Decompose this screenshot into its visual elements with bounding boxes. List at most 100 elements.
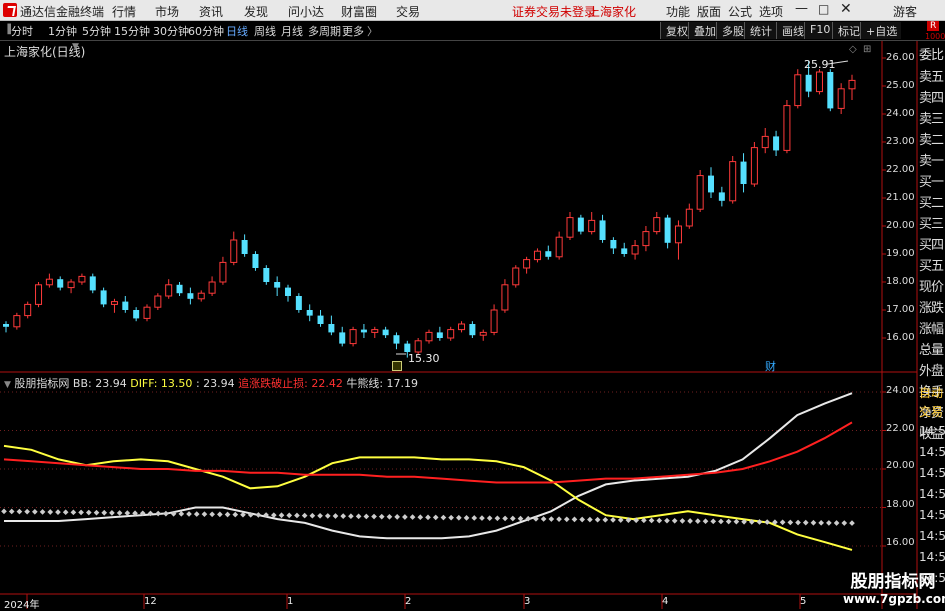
collapse-icon[interactable]: ▐ [4,25,11,35]
period-tab-multi[interactable]: 多周期 [308,23,341,39]
period-tab-5min[interactable]: 5分钟 [82,23,111,39]
period-tab-15min[interactable]: 15分钟 [114,23,150,39]
side-label-lower: 自动 [919,384,945,401]
candle-body [252,254,258,268]
indicator-stop: 追涨跌破止损: 22.42 [238,377,343,390]
candle-body [220,262,226,282]
candle-body [404,344,410,352]
period-tab-weekly[interactable]: 周线 [254,23,276,39]
bull-bear-dot [556,516,562,522]
chevron-right-icon[interactable]: 〉 [367,23,378,39]
event-marker-icon[interactable] [392,361,402,371]
add-watchlist-button[interactable]: +自选 [860,22,901,39]
dropdown-icon[interactable]: ▼ [72,42,79,52]
bull-bear-dot [595,517,601,523]
bull-bear-dot [672,518,678,524]
maximize-icon[interactable]: □ [818,2,829,16]
candle-body [719,192,725,200]
bull-bear-dot [787,520,793,526]
bull-bear-dot [572,517,578,523]
bull-bear-dot [32,509,38,515]
candle-body [621,248,627,254]
bull-bear-dot [602,517,608,523]
bull-bear-dot [356,514,362,520]
candle-body [751,148,757,184]
bull-bear-dot [803,520,809,526]
candle-body [133,310,139,318]
bull-bear-dot [78,510,84,516]
menu-options[interactable]: 选项 [759,3,783,20]
candle-body [383,330,389,336]
side-label: 买三 [919,213,945,232]
menu-wenxiaoda[interactable]: 问小达 [288,3,324,20]
candle-body [231,240,237,262]
indicator-bb: BB: 23.94 [73,377,127,390]
candle-body [339,332,345,343]
indicator-dropdown-icon[interactable]: ▼ [4,380,11,390]
bull-bear-dot [718,519,724,525]
bull-bear-dot [317,513,323,519]
bull-bear-dot [94,510,100,516]
period-tab-daily[interactable]: 日线 [226,23,248,39]
bull-bear-dot [417,514,423,520]
indicator-tick: 18.00 [886,499,915,510]
login-notice[interactable]: 证券交易未登录 [512,3,596,20]
candle-body [849,80,855,88]
candle-body [187,293,193,299]
bull-bear-dot [117,510,123,516]
candle-body [502,285,508,310]
bull-bear-dot [610,517,616,523]
menu-wealth-circle[interactable]: 财富圈 [341,3,377,20]
bull-bear-dot [348,513,354,519]
stats-button[interactable]: 统计 [744,22,776,39]
menu-formula[interactable]: 公式 [728,3,752,20]
candle-body [827,72,833,108]
period-tab-30min[interactable]: 30分钟 [153,23,189,39]
side-label: 现价 [919,276,945,295]
kline-chart[interactable] [0,41,945,609]
bull-bear-dot [425,514,431,520]
menu-discover[interactable]: 发现 [244,3,268,20]
indicator-header: ▼ 股朋指标网 BB: 23.94 DIFF: 13.50 : 23.94 追涨… [4,375,418,391]
indicator-bull: 牛熊线: 17.19 [346,377,418,390]
menu-trade[interactable]: 交易 [396,3,420,20]
diamond-icon[interactable]: ◇ [849,44,857,55]
indicator-name[interactable]: 股朋指标网 [14,377,69,390]
period-tab-fenshi[interactable]: 分时 [11,23,33,39]
candle-body [14,316,20,327]
side-label: 外盘 [919,360,945,379]
expand-icon[interactable]: ⊞ [863,44,871,55]
period-tab-1min[interactable]: 1分钟 [48,23,77,39]
period-tab-monthly[interactable]: 月线 [281,23,303,39]
candle-body [111,302,117,305]
candle-body [122,302,128,310]
candle-body [741,162,747,184]
menu-quotes[interactable]: 行情 [112,3,136,20]
bull-bear-dot [194,511,200,517]
menu-market[interactable]: 市场 [155,3,179,20]
bull-bear-dot [63,509,69,515]
candle-body [806,75,812,92]
bull-bear-dot [163,511,169,517]
period-tab-60min[interactable]: 60分钟 [188,23,224,39]
period-tab-more[interactable]: 更多 [342,23,364,39]
watermark-url: www.7gpzb.com [843,592,943,606]
close-icon[interactable]: ✕ [840,1,852,17]
menu-news[interactable]: 资讯 [199,3,223,20]
candle-body [46,279,52,285]
minimize-icon[interactable]: — [795,1,808,16]
side-label: 卖四 [919,87,945,106]
bull-bear-dot [363,514,369,520]
menu-layout[interactable]: 版面 [697,3,721,20]
user-guest[interactable]: 游客 [893,3,917,20]
f10-button[interactable]: F10 [804,22,834,39]
indicator-line-stop [4,422,852,482]
menu-function[interactable]: 功能 [666,3,690,20]
bull-bear-dot [40,509,46,515]
candle-body [643,232,649,246]
right-corner-badge: R [927,21,939,31]
finance-marker[interactable]: 财 [765,358,776,374]
bull-bear-dot [302,513,308,519]
bull-bear-dot [795,520,801,526]
bull-bear-dot [402,514,408,520]
